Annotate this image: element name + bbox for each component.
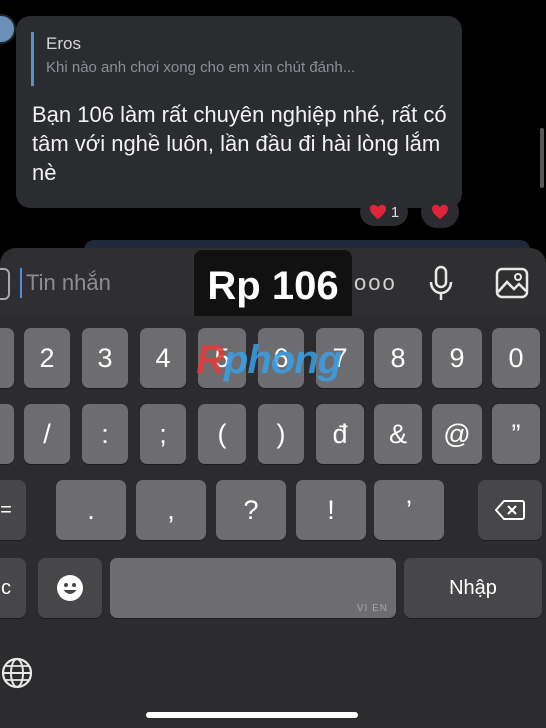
heart-icon xyxy=(432,204,448,220)
key[interactable]: 8 xyxy=(374,328,422,388)
reaction-heart-add[interactable] xyxy=(421,196,459,228)
message-input-placeholder: Tin nhắn xyxy=(26,270,111,295)
key[interactable]: ’ xyxy=(374,480,444,540)
key[interactable]: @ xyxy=(432,404,482,464)
backspace-button[interactable] xyxy=(478,480,542,540)
key[interactable]: & xyxy=(374,404,422,464)
key[interactable]: , xyxy=(136,480,206,540)
emoji-icon xyxy=(57,575,83,601)
microphone-icon[interactable] xyxy=(426,264,456,302)
watermark-logo: Rphong xyxy=(196,338,342,382)
key[interactable]: : xyxy=(82,404,128,464)
scrollbar[interactable] xyxy=(540,128,544,188)
message-text: Bạn 106 làm rất chuyên nghiệp nhé, rất c… xyxy=(32,102,447,185)
backspace-icon xyxy=(495,500,525,520)
attach-icon[interactable] xyxy=(0,268,10,300)
more-options-button[interactable]: ooo xyxy=(354,270,397,296)
return-button[interactable]: Nhập xyxy=(404,558,542,618)
key-symbol-toggle[interactable]: = xyxy=(0,480,26,540)
image-gallery-icon[interactable] xyxy=(494,266,530,300)
reply-sender-name: Eros xyxy=(46,34,81,53)
globe-icon[interactable] xyxy=(0,656,34,690)
key[interactable]: 0 xyxy=(492,328,540,388)
text-caret xyxy=(20,268,22,298)
chat-area: Eros Khi nào anh chơi xong cho em xin ch… xyxy=(0,0,546,248)
key[interactable]: 4 xyxy=(140,328,186,388)
key[interactable]: 2 xyxy=(24,328,70,388)
home-indicator[interactable] xyxy=(146,712,358,718)
key[interactable]: ! xyxy=(296,480,366,540)
reaction-count: 1 xyxy=(390,203,400,221)
key[interactable]: ” xyxy=(492,404,540,464)
avatar[interactable] xyxy=(0,14,16,44)
key[interactable]: 9 xyxy=(432,328,482,388)
reply-preview-text: Khi nào anh chơi xong cho em xin chút đá… xyxy=(46,59,356,76)
space-bar[interactable]: VI EN xyxy=(110,558,396,618)
key[interactable]: ) xyxy=(258,404,304,464)
reply-quote[interactable]: Eros Khi nào anh chơi xong cho em xin ch… xyxy=(31,32,446,86)
key-partial[interactable] xyxy=(0,404,14,464)
key[interactable]: đ xyxy=(316,404,364,464)
emoji-button[interactable] xyxy=(38,558,102,618)
key[interactable]: ? xyxy=(216,480,286,540)
language-hint: VI EN xyxy=(356,603,388,614)
overlay-price-badge: Rp 106 xyxy=(194,250,352,322)
key[interactable]: ( xyxy=(198,404,246,464)
key-abc-toggle[interactable]: c xyxy=(0,558,26,618)
heart-icon xyxy=(369,204,386,220)
key[interactable]: 3 xyxy=(82,328,128,388)
key[interactable]: ; xyxy=(140,404,186,464)
reaction-heart-count[interactable]: 1 xyxy=(360,198,408,226)
key[interactable]: / xyxy=(24,404,70,464)
key[interactable]: . xyxy=(56,480,126,540)
key-1-partial[interactable] xyxy=(0,328,14,388)
next-message-bubble[interactable] xyxy=(84,240,530,248)
